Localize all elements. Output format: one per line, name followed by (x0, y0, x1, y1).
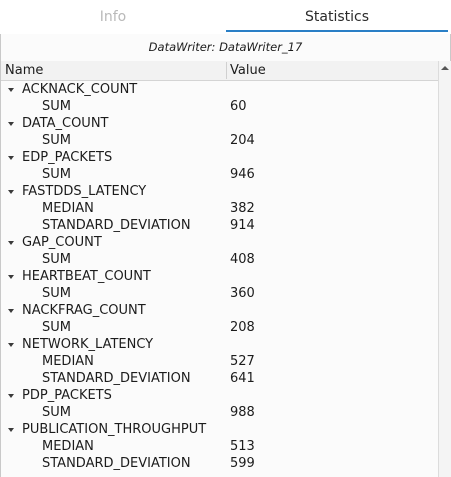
row-value: 360 (230, 286, 255, 301)
column-separator[interactable] (226, 62, 227, 79)
row-name: EDP_PACKETS (22, 150, 113, 165)
row-name: SUM (42, 286, 71, 301)
row-name: SUM (42, 133, 71, 148)
statistics-panel: DataWriter: DataWriter_17 Name Value ACK… (0, 34, 451, 477)
tree-group-row[interactable]: FASTDDS_LATENCY (1, 183, 438, 200)
row-name: ACKNACK_COUNT (22, 82, 138, 97)
tree-header: Name Value (1, 61, 438, 81)
row-name: SUM (42, 320, 71, 335)
scroll-up-arrow-icon[interactable] (441, 64, 449, 72)
row-name: STANDARD_DEVIATION (42, 371, 191, 386)
tree-item-row[interactable]: SUM 408 (1, 251, 438, 268)
tree-item-row[interactable]: SUM 208 (1, 319, 438, 336)
row-value: 408 (230, 252, 255, 267)
row-name: MEDIAN (42, 201, 94, 216)
column-header-name[interactable]: Name (5, 61, 43, 80)
expand-arrow-icon[interactable] (7, 115, 16, 132)
tree-item-row[interactable]: SUM 946 (1, 166, 438, 183)
tree-group-row[interactable]: PUBLICATION_THROUGHPUT (1, 421, 438, 438)
tree-item-row[interactable]: SUM 60 (1, 98, 438, 115)
row-name: HEARTBEAT_COUNT (22, 269, 151, 284)
row-value: 914 (230, 218, 255, 233)
vertical-scrollbar[interactable] (438, 61, 451, 477)
tree-item-row[interactable]: STANDARD_DEVIATION 599 (1, 455, 438, 472)
row-value: 527 (230, 354, 255, 369)
row-name: SUM (42, 252, 71, 267)
row-value: 988 (230, 405, 255, 420)
datawriter-title: DataWriter: DataWriter_17 (148, 40, 303, 54)
tree-group-row[interactable]: NETWORK_LATENCY (1, 336, 438, 353)
tree-rows: ACKNACK_COUNT SUM 60 DATA_COUNT SUM 204 EDP_PA… (1, 81, 438, 472)
row-value: 208 (230, 320, 255, 335)
row-name: SUM (42, 99, 71, 114)
expand-arrow-icon[interactable] (7, 268, 16, 285)
row-name: NACKFRAG_COUNT (22, 303, 146, 318)
row-value: 641 (230, 371, 255, 386)
tree-item-row[interactable]: SUM 204 (1, 132, 438, 149)
row-name: FASTDDS_LATENCY (22, 184, 147, 199)
row-name: MEDIAN (42, 439, 94, 454)
row-value: 513 (230, 439, 255, 454)
tree-item-row[interactable]: SUM 988 (1, 404, 438, 421)
tab-info[interactable]: Info (0, 0, 226, 34)
tree-group-row[interactable]: HEARTBEAT_COUNT (1, 268, 438, 285)
tree-item-row[interactable]: STANDARD_DEVIATION 914 (1, 217, 438, 234)
row-name: SUM (42, 405, 71, 420)
expand-arrow-icon[interactable] (7, 336, 16, 353)
column-header-value[interactable]: Value (230, 61, 266, 80)
row-name: SUM (42, 167, 71, 182)
tree-group-row[interactable]: NACKFRAG_COUNT (1, 302, 438, 319)
row-value: 599 (230, 456, 255, 471)
tab-bar: Info Statistics (0, 0, 451, 34)
row-name: DATA_COUNT (22, 116, 109, 131)
row-name: PDP_PACKETS (22, 388, 112, 403)
tree-item-row[interactable]: MEDIAN 382 (1, 200, 438, 217)
expand-arrow-icon[interactable] (7, 421, 16, 438)
tree-item-row[interactable]: MEDIAN 513 (1, 438, 438, 455)
row-name: STANDARD_DEVIATION (42, 218, 191, 233)
row-name: PUBLICATION_THROUGHPUT (22, 422, 207, 437)
row-value: 382 (230, 201, 255, 216)
row-name: GAP_COUNT (22, 235, 102, 250)
tree-group-row[interactable]: GAP_COUNT (1, 234, 438, 251)
tree-item-row[interactable]: STANDARD_DEVIATION 641 (1, 370, 438, 387)
row-name: STANDARD_DEVIATION (42, 456, 191, 471)
tab-statistics[interactable]: Statistics (226, 0, 448, 34)
row-value: 60 (230, 99, 247, 114)
statistics-tree[interactable]: Name Value ACKNACK_COUNT SUM 60 DATA_COUNT S… (1, 61, 438, 477)
tree-group-row[interactable]: EDP_PACKETS (1, 149, 438, 166)
expand-arrow-icon[interactable] (7, 149, 16, 166)
expand-arrow-icon[interactable] (7, 234, 16, 251)
expand-arrow-icon[interactable] (7, 387, 16, 404)
tree-group-row[interactable]: DATA_COUNT (1, 115, 438, 132)
tree-group-row[interactable]: ACKNACK_COUNT (1, 81, 438, 98)
tree-item-row[interactable]: SUM 360 (1, 285, 438, 302)
row-name: NETWORK_LATENCY (22, 337, 154, 352)
expand-arrow-icon[interactable] (7, 81, 16, 98)
row-value: 946 (230, 167, 255, 182)
row-name: MEDIAN (42, 354, 94, 369)
tree-item-row[interactable]: MEDIAN 527 (1, 353, 438, 370)
active-tab-indicator (226, 30, 448, 32)
row-value: 204 (230, 133, 255, 148)
expand-arrow-icon[interactable] (7, 302, 16, 319)
tree-group-row[interactable]: PDP_PACKETS (1, 387, 438, 404)
expand-arrow-icon[interactable] (7, 183, 16, 200)
